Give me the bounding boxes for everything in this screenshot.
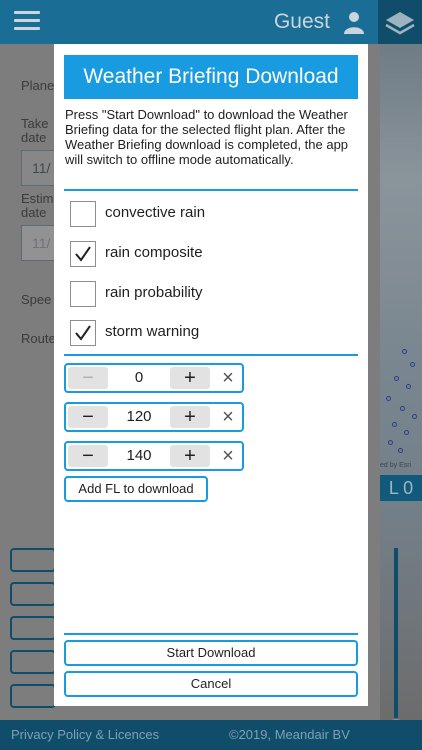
remove-icon[interactable]: × bbox=[218, 368, 238, 388]
map-attribution: ed by Esri bbox=[380, 462, 412, 469]
add-flight-level-button[interactable]: Add FL to download bbox=[64, 476, 208, 502]
speed-label: Spee bbox=[21, 292, 52, 307]
option-rain-composite[interactable]: rain composite bbox=[70, 241, 350, 267]
increment-button[interactable]: + bbox=[170, 445, 210, 467]
increment-button[interactable]: + bbox=[170, 367, 210, 389]
flight-level-value[interactable]: 140 bbox=[110, 443, 168, 469]
plane-label: Plane bbox=[21, 78, 55, 93]
app-header: Guest bbox=[0, 0, 422, 44]
dialog-title: Weather Briefing Download bbox=[64, 55, 358, 99]
copyright-text: ©2019, Meandair BV bbox=[229, 727, 350, 742]
cancel-button[interactable]: Cancel bbox=[64, 671, 358, 697]
increment-button[interactable]: + bbox=[170, 406, 210, 428]
flight-level-stepper: − 120 + × bbox=[64, 402, 244, 432]
menu-icon[interactable] bbox=[14, 11, 40, 31]
flight-level-stepper: − 140 + × bbox=[64, 441, 244, 471]
divider bbox=[64, 354, 358, 356]
background-button[interactable] bbox=[10, 548, 56, 572]
remove-icon[interactable]: × bbox=[218, 446, 238, 466]
background-button[interactable] bbox=[10, 616, 56, 640]
takeoff-label: Take bbox=[21, 116, 49, 131]
option-label: convective rain bbox=[105, 204, 206, 221]
checkmark-icon bbox=[75, 325, 91, 341]
flight-level-indicator: L 0 bbox=[380, 475, 422, 501]
background-button[interactable] bbox=[10, 582, 56, 606]
start-download-button[interactable]: Start Download bbox=[64, 640, 358, 666]
privacy-link[interactable]: Privacy Policy & Licences bbox=[11, 720, 159, 750]
takeoff-date-label: date bbox=[21, 130, 47, 145]
weather-briefing-dialog: Weather Briefing Download Press "Start D… bbox=[54, 44, 368, 706]
checkbox-unchecked[interactable] bbox=[70, 201, 96, 227]
option-label: rain composite bbox=[105, 244, 203, 261]
footer: Privacy Policy & Licences ©2019, Meandai… bbox=[0, 720, 422, 750]
checkbox-checked[interactable] bbox=[70, 320, 96, 346]
estimated-label: Estim bbox=[21, 191, 54, 206]
map-view[interactable]: ed by Esri bbox=[380, 44, 422, 720]
checkmark-icon bbox=[75, 246, 91, 262]
option-rain-probability[interactable]: rain probability bbox=[70, 281, 350, 307]
altitude-slider-track[interactable] bbox=[394, 548, 398, 723]
option-label: rain probability bbox=[105, 284, 203, 301]
background-button[interactable] bbox=[10, 684, 56, 708]
remove-icon[interactable]: × bbox=[218, 407, 238, 427]
flight-level-value[interactable]: 0 bbox=[110, 365, 168, 391]
user-icon[interactable] bbox=[342, 10, 366, 34]
dialog-description: Press "Start Download" to download the W… bbox=[65, 107, 349, 167]
background-button[interactable] bbox=[10, 650, 56, 674]
decrement-button[interactable]: − bbox=[68, 445, 108, 467]
checkbox-checked[interactable] bbox=[70, 241, 96, 267]
decrement-button[interactable]: − bbox=[68, 367, 108, 389]
flight-level-value[interactable]: 120 bbox=[110, 404, 168, 430]
decrement-button[interactable]: − bbox=[68, 406, 108, 428]
route-label: Route bbox=[21, 331, 56, 346]
user-name[interactable]: Guest bbox=[274, 10, 330, 34]
option-storm-warning[interactable]: storm warning bbox=[70, 320, 350, 346]
option-label: storm warning bbox=[105, 323, 200, 340]
flight-level-stepper: − 0 + × bbox=[64, 363, 244, 393]
checkbox-unchecked[interactable] bbox=[70, 281, 96, 307]
divider bbox=[64, 189, 358, 191]
estimated-date-label: date bbox=[21, 205, 47, 220]
divider bbox=[64, 633, 358, 635]
option-convective-rain[interactable]: convective rain bbox=[70, 201, 350, 227]
layers-icon[interactable] bbox=[378, 0, 422, 44]
